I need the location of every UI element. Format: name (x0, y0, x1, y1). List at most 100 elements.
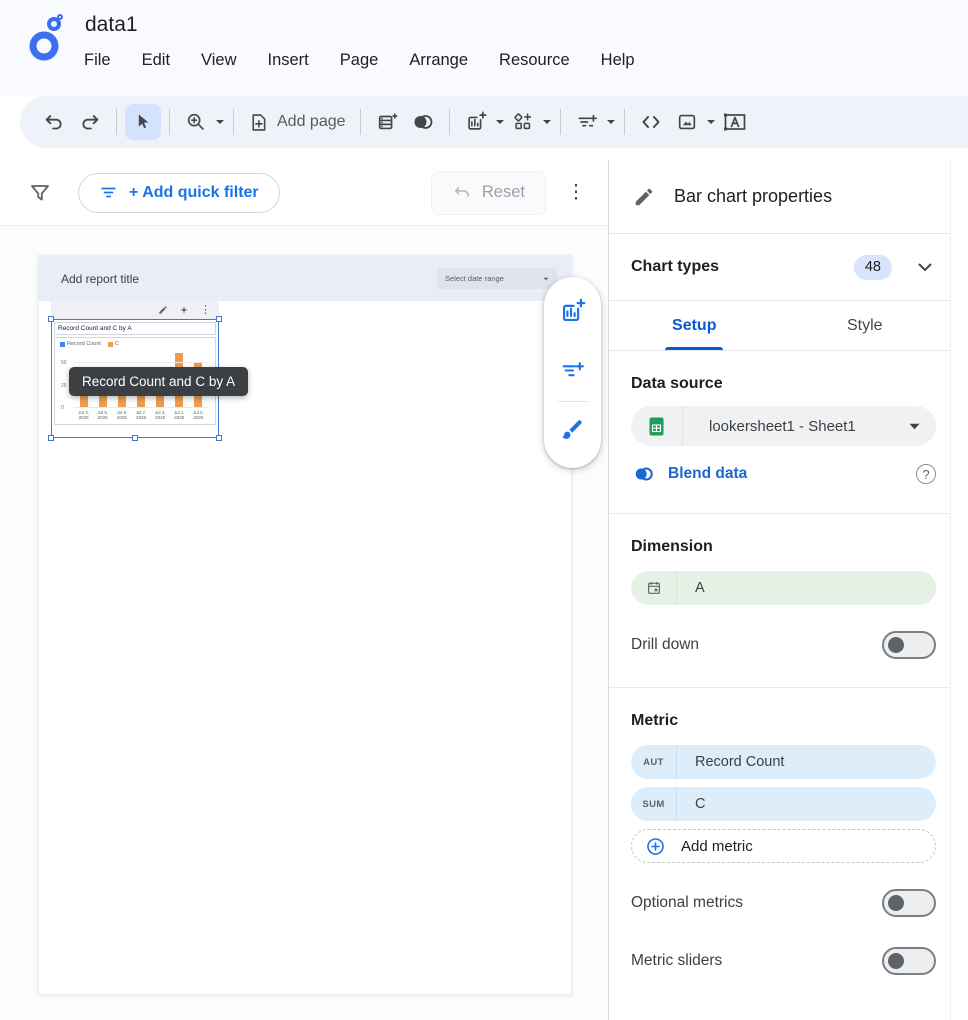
sparkle-icon[interactable] (179, 305, 189, 315)
menu-edit[interactable]: Edit (142, 51, 170, 70)
chart-types-label: Chart types (631, 258, 854, 276)
report-canvas[interactable]: Add report title Select date range ⋮ Rec… (0, 226, 608, 1020)
gridline (74, 362, 208, 363)
selection-handle[interactable] (48, 435, 54, 441)
menu-view[interactable]: View (201, 51, 236, 70)
data-source-selector[interactable]: lookersheet1 - Sheet1 (631, 406, 936, 446)
looker-studio-logo[interactable] (24, 12, 66, 64)
toggle-knob (888, 637, 904, 653)
chevron-down-icon[interactable] (215, 119, 225, 125)
toolbar-divider (169, 109, 170, 135)
add-filter-control-button[interactable] (569, 104, 605, 140)
add-chart-icon[interactable] (559, 298, 586, 325)
chevron-down-icon (543, 277, 549, 281)
menu-insert[interactable]: Insert (268, 51, 309, 70)
legend-swatch (60, 342, 65, 347)
help-icon[interactable]: ? (916, 464, 936, 484)
active-tab-underline (665, 347, 723, 350)
style-brush-icon[interactable] (560, 417, 585, 442)
menu-arrange[interactable]: Arrange (409, 51, 468, 70)
add-chart-button[interactable] (458, 104, 494, 140)
tab-setup[interactable]: Setup (609, 301, 780, 350)
blend-data-row: Blend data ? (631, 463, 936, 485)
chevron-down-icon[interactable] (495, 119, 505, 125)
optional-metrics-toggle[interactable] (882, 889, 936, 917)
document-title[interactable]: data1 (85, 13, 138, 37)
menu-help[interactable]: Help (601, 51, 635, 70)
metric-aggregation: AUT (631, 745, 677, 779)
report-page-header: Add report title Select date range (39, 256, 571, 301)
metric-field-chip[interactable]: SUM C (631, 787, 936, 821)
x-tick-label: Jul 5,2025 (97, 410, 108, 421)
add-control-button[interactable] (505, 104, 541, 140)
chevron-down-icon[interactable] (542, 119, 552, 125)
toolbar-divider (560, 109, 561, 135)
selection-handle[interactable] (48, 316, 54, 322)
add-quick-filter-button[interactable]: + Add quick filter (78, 173, 280, 213)
calendar-icon (646, 580, 662, 596)
add-page-button[interactable]: Add page (242, 112, 352, 133)
plus-circle-icon (645, 836, 666, 857)
x-axis-labels: Jul 3,2025Jul 5,2025Jul 6,2025Jul 7,2025… (74, 410, 208, 421)
aggregation-label: AUT (643, 757, 664, 768)
insert-image-button[interactable] (669, 104, 705, 140)
y-tick-label: 25 (61, 383, 67, 389)
report-title[interactable]: Add report title (61, 272, 139, 286)
filter-funnel-icon[interactable] (28, 181, 52, 205)
selection-handle[interactable] (132, 435, 138, 441)
metric-field-chip[interactable]: AUT Record Count (631, 745, 936, 779)
x-tick-label: Jul 1,2025 (174, 410, 185, 421)
gridline (74, 407, 208, 408)
sheets-icon (649, 417, 664, 436)
filter-plus-icon (576, 111, 598, 133)
text-box-button[interactable] (716, 104, 752, 140)
blend-data-button[interactable] (405, 104, 441, 140)
panel-title: Bar chart properties (674, 186, 832, 207)
tab-style-label: Style (847, 317, 883, 335)
toolbar-divider (449, 109, 450, 135)
selection-handle[interactable] (216, 435, 222, 441)
report-page[interactable]: Add report title Select date range ⋮ Rec… (38, 255, 572, 995)
filter-bar-more-menu[interactable]: ⋮ (566, 181, 586, 204)
date-range-control[interactable]: Select date range (437, 268, 557, 289)
chart-more-menu[interactable]: ⋮ (200, 305, 211, 316)
chevron-down-icon[interactable] (706, 119, 716, 125)
panel-scrollbar-gutter[interactable] (950, 160, 968, 1020)
section-divider (609, 687, 950, 688)
embed-code-button[interactable] (633, 104, 669, 140)
chart-types-row[interactable]: Chart types 48 (609, 234, 950, 301)
x-tick-label: Jul 7,2025 (136, 410, 147, 421)
legend-item: Record Count (60, 341, 101, 347)
chevron-down-icon[interactable] (918, 263, 932, 272)
tab-setup-label: Setup (672, 317, 716, 335)
chevron-down-icon[interactable] (606, 119, 616, 125)
redo-button[interactable] (72, 104, 108, 140)
add-metric-button[interactable]: Add metric (631, 829, 936, 863)
add-data-button[interactable] (369, 104, 405, 140)
menu-file[interactable]: File (84, 51, 111, 70)
metric-field-name: C (695, 796, 705, 812)
floating-toolbar (544, 277, 601, 468)
section-divider (609, 513, 950, 514)
add-control-icon[interactable] (560, 358, 585, 383)
reset-label: Reset (482, 183, 525, 202)
blend-data-link[interactable]: Blend data (668, 465, 747, 483)
blend-icon (631, 463, 656, 485)
chart-title: Record Count and C by A (54, 322, 216, 335)
select-tool-button[interactable] (125, 104, 161, 140)
image-icon (676, 111, 698, 133)
quick-filter-icon (99, 183, 118, 202)
edit-pencil-icon[interactable] (158, 305, 168, 315)
undo-button[interactable] (36, 104, 72, 140)
zoom-tool-button[interactable] (178, 104, 214, 140)
drill-down-toggle[interactable] (882, 631, 936, 659)
dimension-field-chip[interactable]: A (631, 571, 936, 605)
metric-sliders-toggle[interactable] (882, 947, 936, 975)
menu-resource[interactable]: Resource (499, 51, 570, 70)
menu-page[interactable]: Page (340, 51, 379, 70)
main-toolbar: Add page (20, 96, 968, 148)
reset-button[interactable]: Reset (431, 171, 546, 215)
legend-item: C (108, 341, 119, 347)
selection-handle[interactable] (216, 316, 222, 322)
tab-style[interactable]: Style (780, 301, 951, 350)
